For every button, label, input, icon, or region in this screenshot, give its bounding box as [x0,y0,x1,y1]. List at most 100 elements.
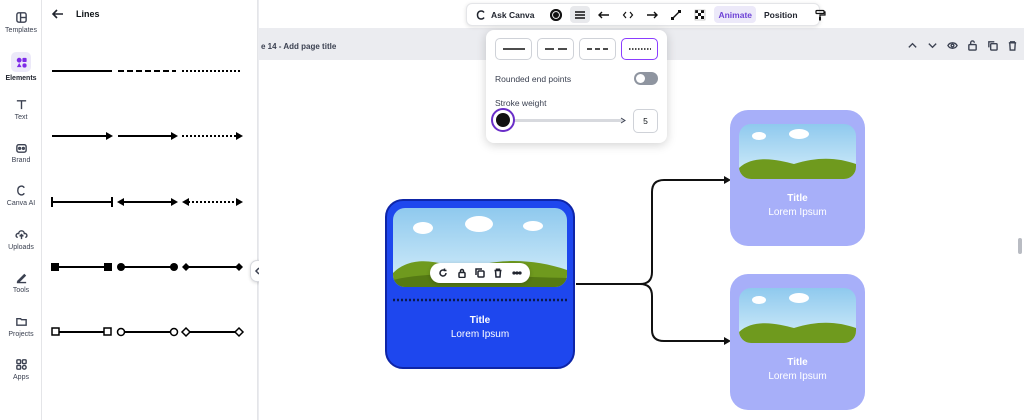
more-icon[interactable] [512,268,522,278]
arrow-left-icon [598,11,610,18]
rail-label: Canva AI [6,200,36,207]
line-hollow-circle-end[interactable] [116,327,179,337]
top-card[interactable]: Title Lorem Ipsum [730,110,865,246]
line-dotted-double-arrow[interactable] [182,198,243,206]
card-title[interactable]: Title [730,357,865,368]
rail-label: Uploads [8,244,34,251]
transparency-button[interactable] [690,6,710,23]
copy-style-button[interactable] [810,6,830,23]
element-context-menu [430,263,530,283]
line-color-button[interactable] [546,6,566,23]
rounded-end-toggle[interactable] [634,72,658,85]
stroke-weight-slider[interactable] [500,119,624,122]
card-subtitle[interactable]: Lorem Ipsum [730,207,865,218]
rail-label: Templates [5,27,37,34]
elements-icon [16,57,27,68]
line-diamond-end[interactable] [182,263,243,271]
lock-page-icon[interactable] [967,40,978,51]
stroke-solid-option[interactable] [495,38,532,60]
canva-ai-icon [16,185,25,196]
line-double-arrow[interactable] [117,198,178,206]
rotate-icon[interactable] [438,268,448,278]
brand-icon [15,144,27,153]
stroke-short-dash-option[interactable] [579,38,616,60]
line-bar-end[interactable] [51,197,113,207]
page-title[interactable]: e 14 - Add page title [261,42,336,51]
landscape-illustration [739,129,856,179]
lock-icon[interactable] [457,268,467,278]
duplicate-page-icon[interactable] [987,40,998,51]
line-start-button[interactable] [594,6,614,23]
solid-line-icon [502,48,525,50]
rounded-end-label: Rounded end points [495,74,572,84]
hide-page-icon[interactable] [947,40,958,51]
short-dash-icon [586,48,609,50]
stroke-weight-input[interactable]: 5 [633,109,658,133]
rail-label: Projects [8,331,34,338]
rail-projects[interactable]: Projects [0,315,42,338]
card-title[interactable]: Title [730,193,865,204]
stroke-dotted-option[interactable] [621,38,658,60]
line-solid-arrow[interactable] [52,132,113,140]
chevron-down-icon[interactable] [927,40,938,51]
line-dotted-arrow[interactable] [182,132,243,140]
delete-page-icon[interactable] [1007,40,1018,51]
rail-text[interactable]: Text [0,98,42,121]
duplicate-icon[interactable] [475,268,485,278]
trash-icon[interactable] [493,268,503,278]
slider-end-icon [620,117,626,124]
apps-icon [15,359,27,370]
tools-icon [16,273,26,284]
rail-brand[interactable]: Brand [0,141,42,164]
position-button[interactable]: Position [760,6,802,23]
ask-canva-label: Ask Canva [491,9,535,20]
rail-label: Apps [13,374,29,381]
stroke-long-dash-option[interactable] [537,38,574,60]
page-actions [907,40,1018,51]
canvas-scrollbar[interactable] [1018,238,1022,254]
color-swatch-icon [550,8,563,21]
rail-label: Elements [5,75,37,82]
landscape-illustration [739,293,856,343]
rail-elements[interactable]: Elements [0,52,42,82]
line-dashed-arrow[interactable] [118,132,178,140]
line-hollow-square-end[interactable] [51,327,112,336]
card-title[interactable]: Title [387,315,573,326]
chevron-up-icon[interactable] [907,40,918,51]
lines-grid [51,70,245,338]
canva-ai-icon [476,9,485,20]
stroke-weight-label: Stroke weight [495,98,547,108]
line-square-end[interactable] [51,263,112,271]
rail-label: Tools [12,287,30,294]
landscape-image [739,288,856,343]
rail-canva-ai[interactable]: Canva AI [0,184,42,207]
card-subtitle[interactable]: Lorem Ipsum [730,371,865,382]
code-brackets-icon [623,11,634,18]
projects-icon [15,318,27,326]
line-hollow-diamond-end[interactable] [180,326,245,338]
bottom-card[interactable]: Title Lorem Ipsum [730,274,865,410]
rail-label: Text [14,114,28,121]
dotted-divider[interactable] [393,298,569,302]
line-style-button[interactable] [570,6,591,23]
canva-editor: Templates Elements Text Brand Canva AI U… [0,0,1024,420]
text-icon [16,100,26,110]
ask-canva-button[interactable]: Ask Canva [471,6,538,23]
rail-templates[interactable]: Templates [0,11,42,34]
line-type-button[interactable] [618,6,638,23]
slider-thumb[interactable] [491,108,515,132]
main-card[interactable]: Title Lorem Ipsum [385,199,575,369]
line-end-button[interactable] [642,6,662,23]
line-circle-end[interactable] [117,263,178,271]
landscape-image [739,124,856,179]
rail-apps[interactable]: Apps [0,358,42,381]
page-title-placeholder: Add page title [283,41,337,51]
uploads-icon [14,230,28,240]
rail-uploads[interactable]: Uploads [0,228,42,251]
dotted-line-icon [628,48,651,50]
card-subtitle[interactable]: Lorem Ipsum [387,329,573,340]
position-label: Position [764,9,798,20]
rail-tools[interactable]: Tools [0,271,42,294]
animate-button[interactable]: Animate [714,6,757,23]
line-routing-button[interactable] [666,6,686,23]
